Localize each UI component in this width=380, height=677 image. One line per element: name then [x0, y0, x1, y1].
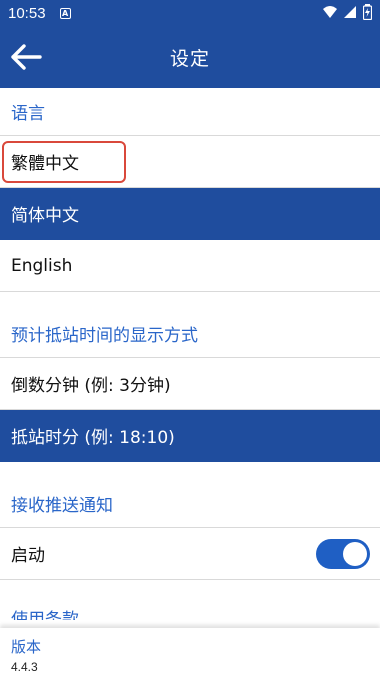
- option-label: 抵站时分 (例: 18:10): [11, 428, 175, 448]
- arrival-option-countdown[interactable]: 倒数分钟 (例: 3分钟): [0, 358, 380, 410]
- language-option-traditional-chinese[interactable]: 繁體中文: [0, 136, 380, 188]
- option-label: English: [11, 255, 73, 276]
- section-spacer: [0, 292, 380, 310]
- terms-link[interactable]: 使用条款: [0, 580, 380, 620]
- option-label: 简体中文: [11, 206, 79, 226]
- battery-icon: [363, 4, 372, 20]
- arrow-left-icon: [11, 44, 42, 70]
- section-spacer: [0, 462, 380, 480]
- status-time: 10:53: [8, 4, 46, 22]
- section-header-push: 接收推送通知: [0, 480, 380, 528]
- highlight-box: [2, 141, 126, 183]
- notification-icon: A: [59, 7, 71, 19]
- arrival-option-clock-time[interactable]: 抵站时分 (例: 18:10): [0, 410, 380, 462]
- version-label: 版本: [11, 638, 42, 656]
- language-option-simplified-chinese[interactable]: 简体中文: [0, 188, 380, 240]
- back-button[interactable]: [8, 40, 44, 74]
- signal-icon: [344, 6, 356, 18]
- version-value: 4.4.3: [11, 660, 38, 674]
- version-footer: 版本 4.4.3: [0, 628, 380, 677]
- status-bar: 10:53 A: [0, 0, 380, 26]
- option-label: 倒数分钟 (例: 3分钟): [11, 376, 171, 396]
- push-toggle-row[interactable]: 启动: [0, 528, 380, 580]
- section-header-terms: 使用条款: [11, 610, 79, 620]
- wifi-icon: [323, 6, 337, 18]
- toggle-knob: [343, 542, 367, 566]
- app-bar: 设定: [0, 26, 380, 88]
- push-toggle-switch[interactable]: [316, 539, 370, 569]
- language-option-english[interactable]: English: [0, 240, 380, 292]
- section-header-arrival-display: 预计抵站时间的显示方式: [0, 310, 380, 358]
- status-icons: [323, 4, 372, 20]
- section-header-language: 语言: [0, 88, 380, 136]
- settings-list: 语言 繁體中文 简体中文 English 预计抵站时间的显示方式 倒数分钟 (例…: [0, 88, 380, 620]
- toggle-label: 启动: [11, 546, 45, 566]
- page-title: 设定: [169, 47, 210, 70]
